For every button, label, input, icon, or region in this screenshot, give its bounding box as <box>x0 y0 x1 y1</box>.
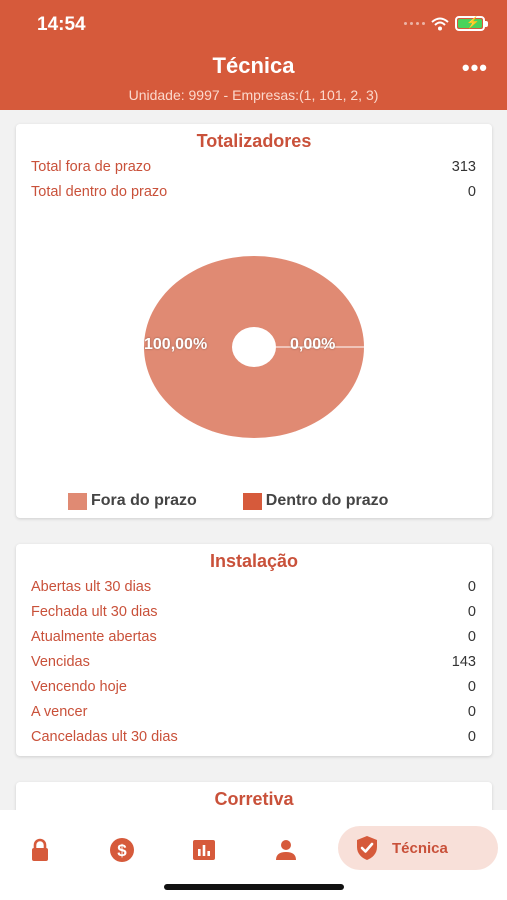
legend-item-fora[interactable]: Fora do prazo <box>68 492 197 510</box>
page-subtitle: Unidade: 9997 - Empresas:(1, 101, 2, 3) <box>128 87 379 103</box>
bar-chart-icon <box>193 840 215 860</box>
stat-row: Total fora de prazo 313 <box>16 154 492 179</box>
tab-tecnica[interactable]: Técnica <box>338 826 498 870</box>
legend-label: Fora do prazo <box>91 492 197 509</box>
stat-row: Vencendo hoje 0 <box>16 674 492 699</box>
more-options-button[interactable]: ••• <box>462 55 488 81</box>
donut-hole <box>232 327 276 367</box>
legend-swatch <box>242 492 262 510</box>
tab-lock[interactable] <box>16 826 64 874</box>
stat-label: Atualmente abertas <box>31 628 157 645</box>
wifi-icon <box>431 17 449 30</box>
card-title-instalacao: Instalação <box>209 551 299 571</box>
cellular-signal-icon <box>404 22 425 25</box>
stat-row: Canceladas ult 30 dias 0 <box>16 724 492 749</box>
stat-row: Atualmente abertas 0 <box>16 624 492 649</box>
stat-label: Total dentro do prazo <box>31 183 168 200</box>
stat-value: 313 <box>451 158 476 175</box>
page-title: Técnica <box>212 53 295 78</box>
percent-label-dentro: 0,00% <box>290 336 336 353</box>
stat-label: Vencendo hoje <box>31 678 127 695</box>
stat-label: Abertas ult 30 dias <box>31 578 152 595</box>
stat-label: A vencer <box>31 703 88 720</box>
stat-value: 0 <box>467 578 476 595</box>
battery-icon: ⚡ <box>455 16 488 31</box>
app-header: 14:54 ⚡ Técnica ••• Unidade: 9997 - Empr… <box>0 0 507 110</box>
stat-value: 0 <box>467 628 476 645</box>
legend-swatch <box>68 492 87 510</box>
shield-check-icon <box>357 836 377 860</box>
person-icon <box>276 840 296 860</box>
stat-value: 0 <box>467 183 476 200</box>
stat-label: Total fora de prazo <box>31 158 152 175</box>
stat-value: 0 <box>467 603 476 620</box>
dollar-icon: $ <box>110 838 134 862</box>
legend-label: Dentro do prazo <box>265 492 389 509</box>
stat-value: 143 <box>451 653 476 670</box>
home-indicator <box>164 884 344 890</box>
instalacao-card: Instalação Abertas ult 30 dias 0 Fechada … <box>16 544 492 756</box>
stat-row: Fechada ult 30 dias 0 <box>16 599 492 624</box>
stat-row: Vencidas 143 <box>16 649 492 674</box>
stat-value: 0 <box>467 703 476 720</box>
stat-label: Fechada ult 30 dias <box>31 603 158 620</box>
status-icons: ⚡ <box>404 16 488 31</box>
svg-text:$: $ <box>117 841 127 860</box>
percent-label-fora: 100,00% <box>144 336 208 353</box>
tab-reports[interactable] <box>180 826 228 874</box>
chart-legend: Fora do prazo Dentro do prazo <box>68 492 388 510</box>
status-time: 14:54 <box>37 14 86 35</box>
tab-tecnica-label: Técnica <box>392 839 448 857</box>
totalizadores-card: Totalizadores Total fora de prazo 313 To… <box>16 124 492 518</box>
lock-icon <box>32 838 48 861</box>
card-title-totalizadores: Totalizadores <box>196 131 312 151</box>
stat-value: 0 <box>467 678 476 695</box>
stat-row: Abertas ult 30 dias 0 <box>16 574 492 599</box>
stat-value: 0 <box>467 728 476 745</box>
stat-label: Vencidas <box>31 653 90 670</box>
stat-row: Total dentro do prazo 0 <box>16 179 492 204</box>
card-title-corretiva: Corretiva <box>214 789 294 809</box>
tab-profile[interactable] <box>262 826 310 874</box>
stat-label: Canceladas ult 30 dias <box>31 728 178 745</box>
tab-finance[interactable]: $ <box>98 826 146 874</box>
legend-item-dentro[interactable]: Dentro do prazo <box>242 492 389 510</box>
stat-row: A vencer 0 <box>16 699 492 724</box>
